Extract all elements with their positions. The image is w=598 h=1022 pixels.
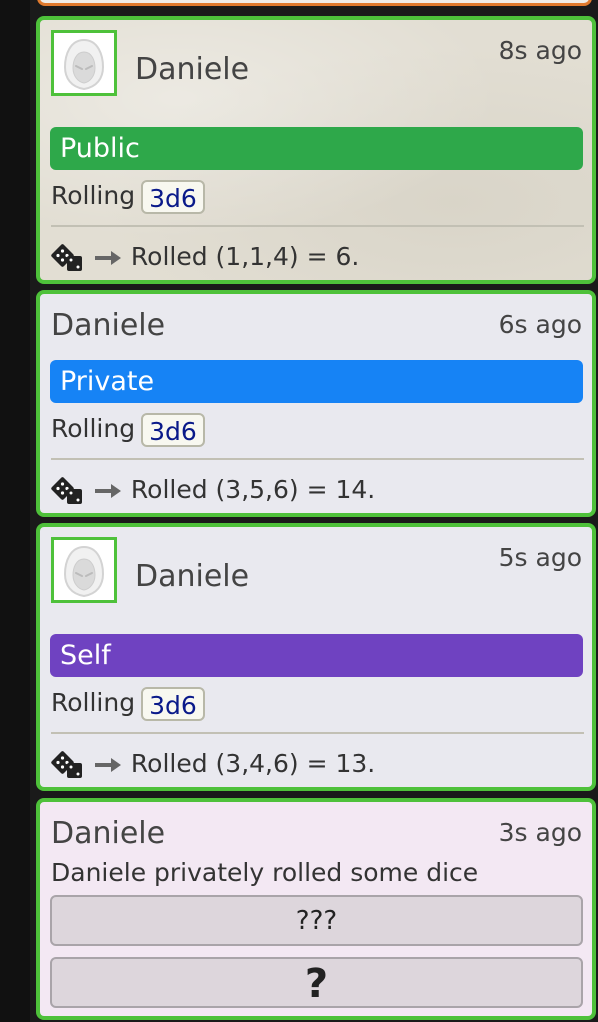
previous-message-card <box>37 0 592 6</box>
rolling-label: Rolling <box>51 688 136 717</box>
roll-mode-banner-public: Public <box>50 127 583 170</box>
chat-message-self: Daniele 5s ago Self Rolling 3d6 Rolled (3… <box>36 523 596 791</box>
result-text: Rolled (3,5,6) = 14. <box>130 475 376 504</box>
sender-name: Daniele <box>51 816 166 851</box>
arrow-right-icon <box>94 484 121 498</box>
divider <box>51 732 584 734</box>
hooded-figure-icon <box>63 545 105 598</box>
result-text: Rolled (1,1,4) = 6. <box>130 242 360 271</box>
arrow-right-icon <box>94 758 121 772</box>
rolling-label: Rolling <box>51 414 136 443</box>
roll-mode-banner-private: Private <box>50 360 583 403</box>
roll-mode-banner-self: Self <box>50 634 583 677</box>
arrow-right-icon <box>94 251 121 265</box>
whisper-text: Daniele privately rolled some dice <box>51 858 479 887</box>
chat-log[interactable]: Daniele 8s ago Public Rolling 3d6 Rolled … <box>30 0 598 1022</box>
roll-result: Rolled (3,5,6) = 14. <box>51 475 375 505</box>
timestamp: 8s ago <box>498 36 582 65</box>
result-text: Rolled (3,4,6) = 13. <box>130 749 376 778</box>
divider <box>51 458 584 460</box>
left-sidebar-strip <box>0 0 30 1022</box>
dice-formula[interactable]: 3d6 <box>141 413 205 447</box>
timestamp: 5s ago <box>498 543 582 572</box>
roll-result: Rolled (3,4,6) = 13. <box>51 749 375 779</box>
chat-message-blind-roll: Daniele 3s ago Daniele privately rolled … <box>36 798 596 1020</box>
divider <box>51 225 584 227</box>
dice-icon <box>51 477 82 504</box>
hidden-result-button[interactable]: ? <box>50 957 583 1008</box>
rolling-line: Rolling 3d6 <box>51 180 205 214</box>
dice-formula[interactable]: 3d6 <box>141 180 205 214</box>
rolling-label: Rolling <box>51 181 136 210</box>
timestamp: 3s ago <box>498 818 582 847</box>
chat-message-public: Daniele 8s ago Public Rolling 3d6 Rolled … <box>36 16 596 284</box>
dice-formula[interactable]: 3d6 <box>141 687 205 721</box>
dice-icon <box>51 751 82 778</box>
dice-icon <box>51 244 82 271</box>
hidden-formula-button[interactable]: ??? <box>50 895 583 946</box>
hooded-figure-icon <box>63 38 105 91</box>
sender-name: Daniele <box>51 308 166 343</box>
roll-result: Rolled (1,1,4) = 6. <box>51 242 359 272</box>
avatar[interactable] <box>51 537 117 603</box>
chat-message-private: Daniele 6s ago Private Rolling 3d6 Rolled… <box>36 290 596 517</box>
rolling-line: Rolling 3d6 <box>51 413 205 447</box>
rolling-line: Rolling 3d6 <box>51 687 205 721</box>
timestamp: 6s ago <box>498 310 582 339</box>
sender-name: Daniele <box>135 559 250 594</box>
sender-name: Daniele <box>135 52 250 87</box>
avatar[interactable] <box>51 30 117 96</box>
